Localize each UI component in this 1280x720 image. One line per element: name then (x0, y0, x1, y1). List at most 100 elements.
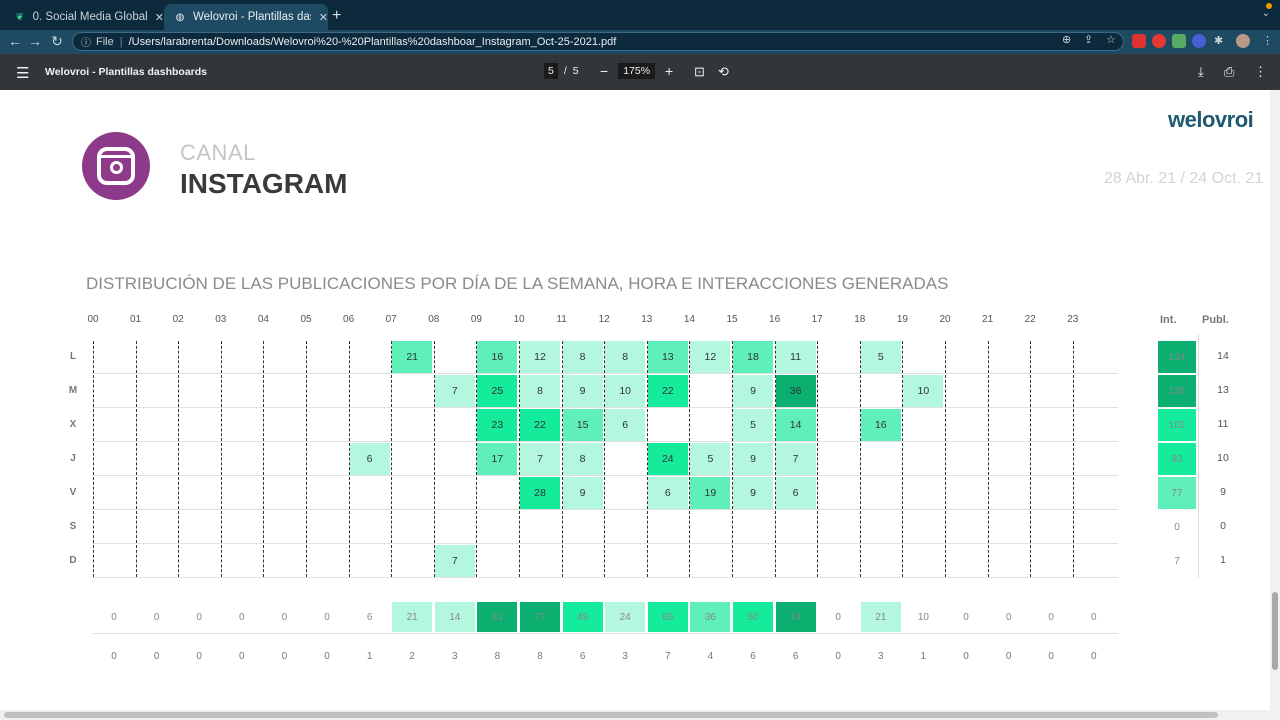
hour-tick (135, 477, 137, 509)
publ-header: Publ. (1202, 314, 1229, 326)
hour-tick (135, 545, 137, 577)
heatmap-cell: 9 (733, 443, 773, 475)
hour-tick (263, 511, 265, 543)
close-icon[interactable]: ✕ (155, 11, 164, 24)
hour-label: 23 (1067, 314, 1079, 325)
day-interactions: 83 (1158, 443, 1196, 475)
instagram-logo (82, 132, 150, 200)
hour-tick (945, 477, 946, 509)
hour-tick (1030, 545, 1032, 577)
hour-tick (263, 375, 265, 407)
zoom-input[interactable]: 175% (618, 63, 656, 79)
hour-tick (902, 341, 904, 373)
new-tab-icon[interactable]: + (332, 7, 341, 25)
zoom-in-icon[interactable]: + (665, 63, 673, 79)
hour-label: 07 (385, 314, 397, 325)
heatmap-cell: 10 (903, 375, 944, 407)
hour-tick (987, 409, 989, 441)
tab-welovroi[interactable]: ◍ Welovroi - Plantillas dashboar ✕ (164, 4, 328, 30)
hour-tick (391, 443, 393, 475)
heatmap-cell: 16 (477, 341, 518, 373)
hour-tick (519, 511, 520, 543)
tab-social-media[interactable]: ❦ 0. Social Media Global - Dashb ✕ (4, 4, 164, 30)
hour-label: 10 (513, 314, 525, 325)
scrollbar-thumb[interactable] (1272, 592, 1278, 670)
hour-tick (1072, 477, 1074, 509)
hour-interactions: 0 (1091, 611, 1097, 623)
tab-bar: ❦ 0. Social Media Global - Dashb ✕ ◍ Wel… (0, 0, 1280, 30)
menu-icon[interactable]: ☰ (16, 64, 29, 82)
extension-icon[interactable] (1172, 34, 1186, 48)
heatmap-cell: 11 (775, 341, 816, 373)
welovroi-favicon-icon: ❦ (15, 11, 24, 23)
hour-tick (433, 477, 435, 509)
heatmap-cell: 14 (775, 409, 816, 441)
section-title: DISTRIBUCIÓN DE LAS PUBLICACIONES POR DÍ… (86, 274, 949, 293)
day-label: X (69, 419, 77, 430)
page-number-input[interactable]: 5 (544, 63, 558, 79)
star-icon[interactable]: ☆ (1106, 33, 1116, 46)
hour-tick (859, 511, 861, 543)
hour-tick (859, 375, 861, 407)
day-label: M (68, 385, 78, 396)
hour-publications: 1 (366, 651, 373, 662)
hour-label: 00 (87, 314, 99, 325)
heatmap-cell: 25 (477, 375, 518, 407)
heatmap-cell: 7 (775, 443, 816, 475)
url-input[interactable]: ⓘ File | /Users/larabrenta/Downloads/Wel… (72, 32, 1124, 51)
int-header: Int. (1160, 314, 1177, 326)
hour-label: 12 (598, 314, 610, 325)
zoom-icon[interactable]: ⊕ (1062, 33, 1071, 46)
print-icon[interactable]: ⎙ (1224, 64, 1234, 80)
day-publications: 0 (1220, 520, 1226, 532)
hour-tick (263, 545, 265, 577)
hour-publications: 6 (792, 651, 799, 662)
hour-tick (306, 341, 307, 373)
hour-interactions: 0 (111, 611, 117, 623)
puzzle-icon[interactable]: ✱ (1214, 34, 1223, 47)
hour-tick (902, 511, 904, 543)
hour-tick (902, 443, 904, 475)
more-icon[interactable]: ⋮ (1254, 64, 1267, 80)
hour-tick (220, 443, 222, 475)
hour-tick (178, 477, 180, 509)
hour-tick (604, 545, 606, 577)
kebab-menu-icon[interactable]: ⋮ (1262, 34, 1273, 47)
download-icon[interactable]: ⤓ (1198, 64, 1204, 80)
zoom-out-icon[interactable]: − (600, 63, 608, 79)
hour-interactions: 0 (196, 611, 202, 623)
day-interactions: 0 (1174, 521, 1180, 533)
heatmap-cell: 36 (775, 375, 816, 407)
back-icon[interactable]: ← (6, 33, 24, 49)
hour-interactions: 65 (647, 602, 688, 632)
hour-publications: 0 (239, 651, 245, 662)
share-icon[interactable]: ⇪ (1084, 33, 1093, 46)
forward-icon[interactable]: → (26, 33, 44, 49)
scrollbar-thumb[interactable] (4, 712, 1218, 718)
hour-tick (945, 375, 946, 407)
chevron-down-icon[interactable]: ⌄ (1262, 8, 1270, 19)
avatar[interactable] (1236, 34, 1250, 48)
hour-interactions: 21 (860, 602, 901, 632)
hour-tick (817, 409, 819, 441)
heatmap-cell: 8 (520, 375, 560, 407)
hour-tick (945, 511, 946, 543)
hour-tick (220, 477, 222, 509)
fit-page-icon[interactable]: ⊡ (694, 64, 705, 80)
extension-icon[interactable] (1132, 34, 1146, 48)
hour-tick (306, 443, 307, 475)
hour-tick (306, 545, 307, 577)
reload-icon[interactable]: ↻ (48, 33, 66, 50)
close-icon[interactable]: ✕ (319, 11, 328, 24)
hour-tick (817, 375, 819, 407)
extension-icon[interactable] (1192, 34, 1206, 48)
hour-interactions: 14 (434, 602, 475, 632)
rotate-icon[interactable]: ⟲ (718, 64, 729, 80)
hour-label: 01 (130, 314, 142, 325)
tab-title: Welovroi - Plantillas dashboar (192, 11, 311, 23)
hour-tick (348, 545, 350, 577)
extension-icon[interactable] (1152, 34, 1166, 48)
hour-tick (306, 511, 307, 543)
hour-tick (306, 477, 307, 509)
hour-tick (1072, 511, 1074, 543)
